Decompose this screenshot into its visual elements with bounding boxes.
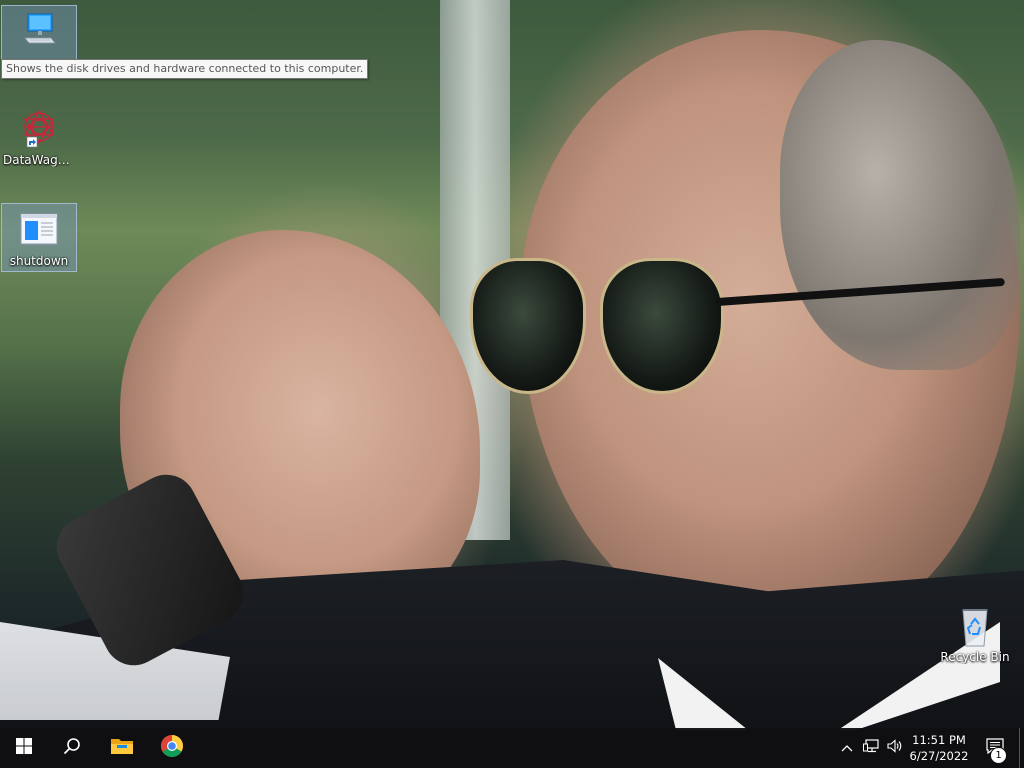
desktop-icon-recycle-bin[interactable]: Recycle Bin bbox=[937, 600, 1013, 670]
file-explorer-button[interactable] bbox=[98, 728, 146, 768]
this-pc-icon bbox=[15, 10, 63, 54]
volume-button[interactable] bbox=[884, 728, 906, 768]
desktop-icon-datawagon[interactable]: DataWagon... bbox=[1, 103, 77, 175]
desktop-icon-shutdown[interactable]: shutdown bbox=[1, 203, 77, 272]
start-button[interactable] bbox=[0, 728, 48, 768]
wallpaper-hair bbox=[780, 40, 1020, 370]
datawagon-icon bbox=[15, 107, 63, 151]
chevron-up-icon bbox=[841, 741, 853, 756]
desktop-icon-label: DataWagon... bbox=[3, 153, 77, 167]
clock-date: 6/27/2022 bbox=[909, 749, 969, 763]
desktop[interactable]: Shows the disk drives and hardware conne… bbox=[0, 0, 1024, 768]
volume-icon bbox=[887, 739, 903, 757]
shutdown-file-icon bbox=[15, 208, 63, 252]
desktop-icon-this-pc[interactable] bbox=[1, 5, 77, 61]
tooltip: Shows the disk drives and hardware conne… bbox=[1, 59, 369, 79]
windows-start-icon bbox=[16, 738, 32, 758]
recycle-bin-icon bbox=[951, 604, 999, 648]
search-icon bbox=[63, 737, 81, 759]
file-explorer-icon bbox=[110, 736, 134, 760]
network-icon bbox=[863, 739, 879, 757]
desktop-icon-label: Recycle Bin bbox=[940, 650, 1010, 664]
desktop-icon-label: shutdown bbox=[9, 254, 69, 268]
chrome-button[interactable] bbox=[148, 728, 196, 768]
search-button[interactable] bbox=[48, 728, 96, 768]
clock[interactable]: 11:51 PM 6/27/2022 bbox=[906, 728, 972, 768]
notification-count-badge: 1 bbox=[990, 747, 1007, 764]
clock-time: 11:51 PM bbox=[912, 733, 966, 747]
show-hidden-icons-button[interactable] bbox=[836, 728, 858, 768]
taskbar: 11:51 PM 6/27/2022 1 bbox=[0, 728, 1024, 768]
network-button[interactable] bbox=[860, 728, 882, 768]
chrome-icon bbox=[160, 734, 184, 762]
show-desktop-button[interactable] bbox=[1019, 728, 1024, 768]
